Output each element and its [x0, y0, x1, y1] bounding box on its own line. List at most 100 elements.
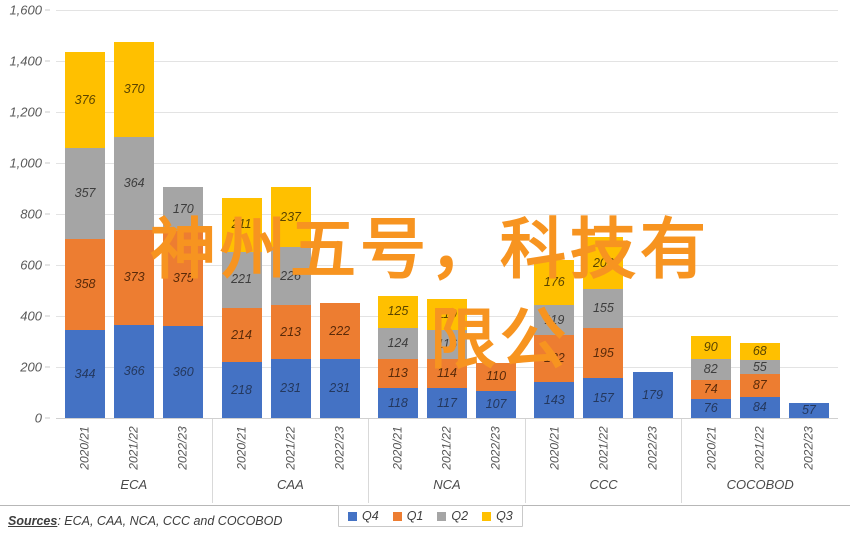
period-tick: 2022/23 — [163, 419, 203, 469]
bar-segment-q4[interactable]: 107 — [476, 390, 517, 418]
bar-segment-q1[interactable]: 195 — [583, 328, 624, 378]
chart-legend: Q4 Q1 Q2 Q3 — [338, 505, 523, 527]
stacked-bar[interactable]: 90 82 74 76 — [690, 335, 731, 418]
bar-segment-q2[interactable]: 82 — [690, 358, 731, 380]
bar-segment-q1[interactable]: 110 — [476, 362, 517, 391]
legend-item-q3[interactable]: Q3 — [482, 509, 513, 523]
stacked-bar[interactable]: 119 116 114 117 — [427, 299, 467, 418]
bar-segment-q4[interactable]: 179 — [632, 372, 673, 418]
bar-segment-q1[interactable]: 74 — [690, 379, 731, 399]
bar-value-label: 113 — [387, 366, 408, 381]
bar-segment-q3[interactable]: 176 — [534, 259, 575, 305]
stacked-bar[interactable]: 125 124 113 118 — [377, 295, 418, 418]
bar-segment-q2[interactable]: 221 — [221, 251, 262, 308]
bar-segment-q2[interactable]: 119 — [534, 304, 575, 336]
y-axis-tick-mark — [45, 162, 50, 164]
bar-segment-q3[interactable]: 68 — [739, 343, 780, 361]
bar-value-label: 344 — [74, 366, 96, 381]
stacked-bar[interactable]: 203 155 195 157 — [583, 236, 624, 418]
bar-segment-q1[interactable]: 113 — [377, 359, 418, 388]
bar-value-label: 366 — [123, 364, 145, 379]
bar-segment-q4[interactable]: 231 — [270, 359, 311, 418]
period-tick-label: 2021/22 — [596, 426, 611, 470]
bar-segment-q3[interactable]: 376 — [65, 52, 106, 148]
bar-value-label: 373 — [123, 269, 145, 284]
period-tick-label: 2022/23 — [645, 426, 660, 470]
bar-segment-q2[interactable]: 55 — [739, 360, 780, 375]
period-tick: 2020/21 — [535, 419, 575, 469]
bar-segment-q4[interactable]: 143 — [534, 381, 575, 418]
stacked-bar[interactable]: 57 — [788, 403, 829, 418]
bar-segment-q1[interactable]: 214 — [221, 307, 262, 363]
bar-segment-q4[interactable]: 218 — [221, 362, 262, 418]
bar-segment-q1[interactable]: 87 — [739, 374, 780, 397]
bar-value-label: 179 — [642, 387, 663, 402]
bar-value-label: 90 — [703, 340, 718, 355]
bar-value-label: 82 — [703, 362, 718, 377]
stacked-bar[interactable]: 370 364 373 366 — [114, 42, 155, 418]
sources-text: : ECA, CAA, NCA, CCC and COCOBOD — [57, 514, 283, 528]
bar-segment-q4[interactable]: 117 — [427, 388, 467, 418]
legend-item-q1[interactable]: Q1 — [392, 509, 423, 523]
bar-segment-q3[interactable]: 203 — [583, 236, 624, 289]
bar-segment-q1[interactable]: 182 — [534, 335, 575, 382]
bar-segment-q3[interactable]: 125 — [377, 295, 418, 328]
bar-segment-q1[interactable]: 114 — [427, 359, 467, 389]
legend-label: Q4 — [362, 509, 379, 523]
bar-segment-q2[interactable]: 116 — [427, 329, 467, 360]
bar-segment-q3[interactable]: 211 — [221, 197, 262, 252]
stacked-bar[interactable]: 376 357 358 344 — [65, 52, 106, 418]
period-tick: 2022/23 — [632, 419, 672, 469]
bar-segment-q4[interactable]: 57 — [788, 403, 829, 418]
bar-segment-q3[interactable]: 90 — [690, 335, 731, 359]
stacked-bar[interactable]: 179 — [632, 372, 673, 418]
legend-swatch-icon — [348, 511, 357, 521]
stacked-bar[interactable]: 211 221 214 218 — [221, 197, 262, 418]
bar-segment-q2[interactable]: 226 — [270, 247, 311, 305]
bar-segment-q4[interactable]: 157 — [583, 377, 624, 418]
bar-segment-q1[interactable]: 222 — [319, 302, 360, 360]
bar-segment-q3[interactable]: 370 — [114, 42, 155, 137]
bar-segment-q1[interactable]: 375 — [163, 230, 204, 327]
bar-segment-q4[interactable]: 344 — [65, 330, 106, 418]
stacked-bar[interactable]: 222 231 — [319, 302, 360, 418]
bar-segment-q1[interactable]: 358 — [65, 239, 106, 331]
bar-segment-q4[interactable]: 366 — [114, 324, 155, 418]
bar-segment-q2[interactable]: 155 — [583, 288, 624, 329]
bar-segment-q3[interactable]: 119 — [427, 299, 467, 330]
bar-segment-q2[interactable]: 124 — [377, 327, 418, 360]
bar-segment-q4[interactable]: 84 — [739, 396, 780, 418]
bar-segment-q4[interactable]: 118 — [377, 387, 418, 418]
bar-value-label: 76 — [703, 401, 718, 416]
bar-segment-q2[interactable]: 364 — [114, 136, 155, 230]
bar-segment-q4[interactable]: 76 — [690, 398, 731, 418]
bar-segment-q4[interactable]: 360 — [163, 326, 204, 418]
period-tick-row: 2020/21 2021/22 2022/23 — [526, 419, 682, 475]
stacked-bar[interactable]: 68 55 87 84 — [739, 343, 780, 418]
legend-swatch-icon — [392, 511, 402, 521]
y-axis-tick-mark — [45, 264, 50, 266]
stacked-bar[interactable]: 237 226 213 231 — [270, 186, 311, 418]
period-tick-label: 2021/22 — [283, 426, 298, 470]
legend-swatch-icon — [482, 511, 492, 521]
bar-segment-q1[interactable]: 213 — [270, 304, 311, 360]
y-axis-tick-label: 1,200 — [9, 104, 42, 120]
bar-value-label: 143 — [543, 392, 565, 407]
bar-segment-q2[interactable]: 170 — [163, 187, 204, 231]
bar-value-label: 84 — [752, 400, 767, 415]
y-axis-tick-label: 600 — [20, 257, 42, 273]
legend-item-q2[interactable]: Q2 — [437, 509, 468, 523]
bar-segment-q2[interactable]: 357 — [65, 147, 106, 239]
bar-segment-q4[interactable]: 231 — [319, 359, 360, 418]
bar-value-label: 182 — [543, 351, 565, 366]
stacked-bar[interactable]: 110 107 — [476, 362, 517, 418]
stacked-bar[interactable]: 176 119 182 143 — [534, 259, 575, 418]
bar-segment-q3[interactable]: 237 — [270, 186, 311, 248]
sources-label: Sources — [8, 514, 58, 528]
stacked-bar[interactable]: 170 375 360 — [163, 187, 204, 418]
bar-segment-q1[interactable]: 373 — [114, 229, 155, 325]
sources-note: Sources: ECA, CAA, NCA, CCC and COCOBOD — [8, 514, 282, 528]
y-axis-tick-label: 0 — [34, 410, 42, 426]
period-tick-label: 2021/22 — [126, 426, 141, 470]
legend-item-q4[interactable]: Q4 — [348, 509, 379, 523]
